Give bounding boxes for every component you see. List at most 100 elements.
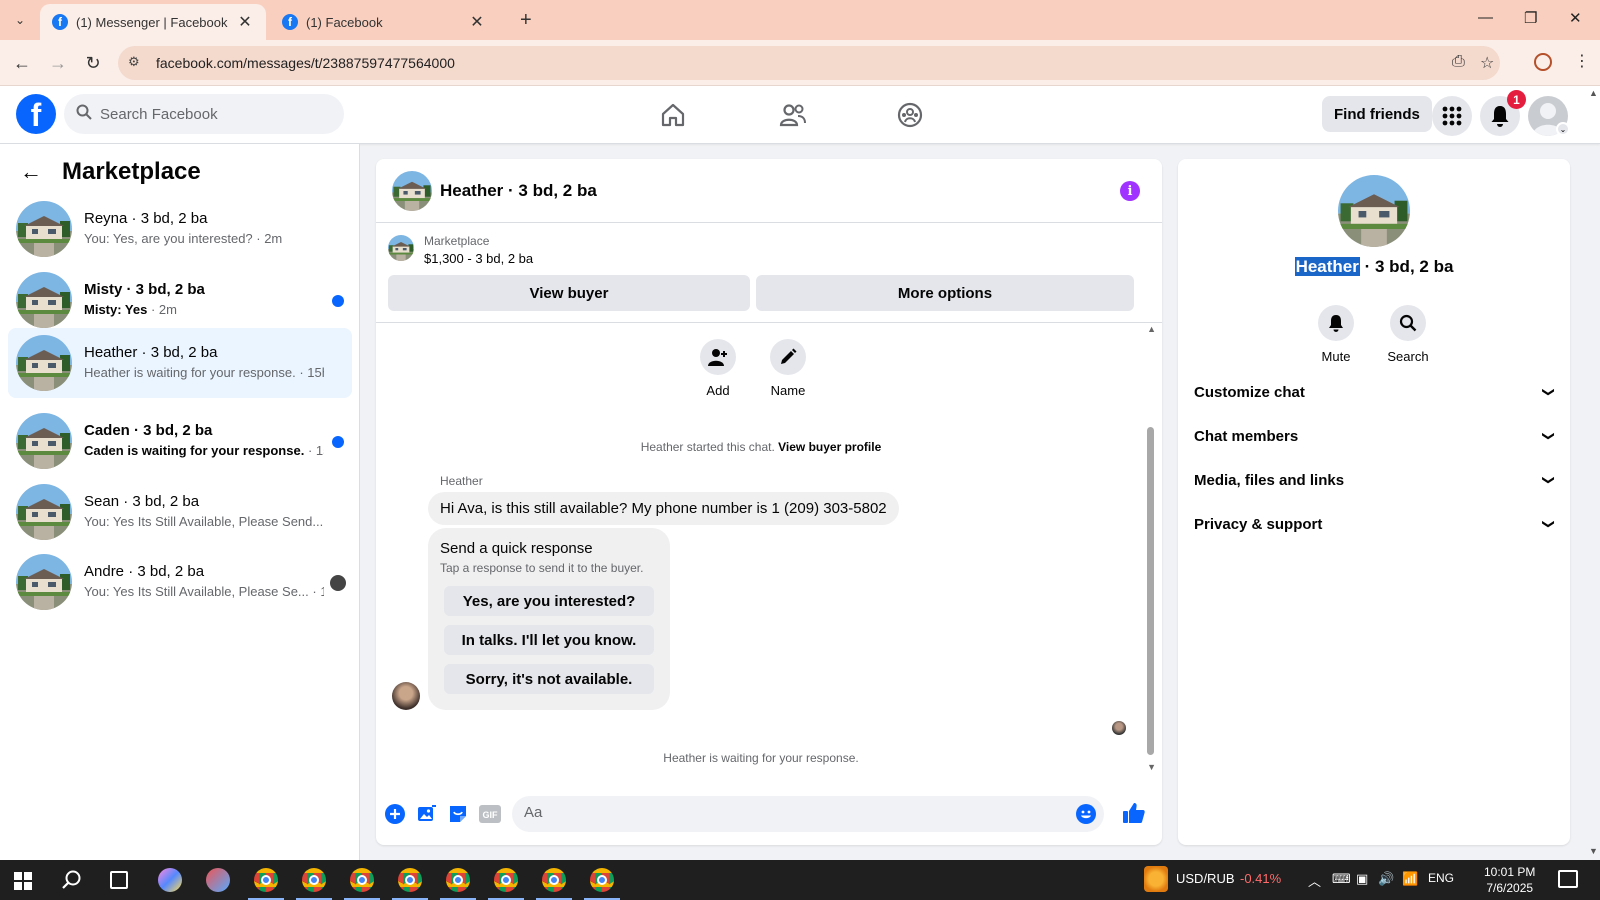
find-friends-button[interactable]: Find friends xyxy=(1322,96,1432,132)
bookmark-star-icon[interactable]: ☆ xyxy=(1480,53,1494,73)
forward-icon[interactable]: → xyxy=(45,50,71,76)
taskbar-search-icon[interactable] xyxy=(62,870,82,895)
chrome-taskbar-icon[interactable] xyxy=(446,868,470,892)
reload-icon[interactable]: ↻ xyxy=(80,50,106,76)
chrome-taskbar-icon[interactable] xyxy=(302,868,326,892)
quick-reply-in-talks[interactable]: In talks. I'll let you know. xyxy=(444,625,654,655)
more-options-button[interactable]: More options xyxy=(756,275,1134,311)
site-info-icon[interactable]: ⚙ xyxy=(128,54,140,70)
page-scrollbar[interactable]: ▲ ▼ xyxy=(1586,86,1600,860)
name-chat-action[interactable]: Name xyxy=(748,339,828,398)
chat-info-avatar[interactable] xyxy=(1338,175,1410,247)
gif-icon[interactable]: GIF xyxy=(479,803,501,825)
chat-avatar[interactable] xyxy=(392,171,432,211)
info-icon[interactable]: i xyxy=(1120,181,1140,201)
app-icon[interactable] xyxy=(206,868,230,892)
chat-title[interactable]: Heather · 3 bd, 2 ba xyxy=(440,181,597,201)
browser-menu-icon[interactable]: ⋮ xyxy=(1574,51,1590,71)
scrollbar-thumb[interactable] xyxy=(1147,427,1154,755)
scroll-down-arrow-icon[interactable]: ▼ xyxy=(1147,762,1156,772)
more-actions-plus-icon[interactable] xyxy=(384,803,406,825)
message-input[interactable] xyxy=(524,804,1064,821)
message-thread[interactable]: ▲ ▼ Add Name Heather started this chat. … xyxy=(376,324,1162,779)
conversation-row[interactable]: Caden · 3 bd, 2 ba Caden is waiting for y… xyxy=(8,406,352,476)
volume-icon[interactable]: 🔊 xyxy=(1378,871,1394,887)
network-monitor-icon[interactable]: ▣ xyxy=(1356,871,1368,887)
scroll-up-arrow-icon[interactable]: ▲ xyxy=(1147,324,1156,334)
customize-chat-section[interactable]: Customize chat ❯ xyxy=(1194,377,1556,407)
chrome-taskbar-icon[interactable] xyxy=(590,868,614,892)
tab-search-menu-icon[interactable]: ⌄ xyxy=(8,8,32,32)
scroll-up-arrow-icon[interactable]: ▲ xyxy=(1589,88,1598,98)
task-view-icon[interactable] xyxy=(110,871,128,889)
browser-tab-facebook[interactable]: f (1) Facebook ✕ xyxy=(270,4,498,40)
home-icon[interactable] xyxy=(656,98,690,132)
install-app-icon[interactable]: ⎙ xyxy=(1452,53,1465,71)
account-chevron-icon[interactable]: ⌄ xyxy=(1556,122,1570,136)
listing-banner: Marketplace $1,300 - 3 bd, 2 ba View buy… xyxy=(376,223,1162,323)
attach-photo-icon[interactable] xyxy=(416,803,438,825)
back-icon[interactable]: ← xyxy=(9,50,35,76)
unread-dot xyxy=(332,436,344,448)
address-bar[interactable]: ⚙ facebook.com/messages/t/23887597477564… xyxy=(118,46,1500,80)
quick-reply-not-available[interactable]: Sorry, it's not available. xyxy=(444,664,654,694)
currency-widget-icon[interactable] xyxy=(1144,866,1168,892)
scroll-down-arrow-icon[interactable]: ▼ xyxy=(1589,846,1598,856)
conversation-row[interactable]: Reyna · 3 bd, 2 ba You: Yes, are you inte… xyxy=(8,194,352,264)
chat-started-notice: Heather started this chat. View buyer pr… xyxy=(640,440,882,454)
input-method-icon[interactable]: ⌨ xyxy=(1332,871,1351,887)
close-tab-icon[interactable]: ✕ xyxy=(236,12,254,32)
restore-icon[interactable]: ❐ xyxy=(1524,9,1537,27)
groups-icon[interactable] xyxy=(893,98,927,132)
emoji-icon[interactable] xyxy=(1076,804,1096,824)
currency-pair[interactable]: USD/RUB xyxy=(1176,871,1235,886)
conversation-row[interactable]: Misty · 3 bd, 2 ba Misty: Yes · 2m xyxy=(8,265,352,335)
quick-reply-interested[interactable]: Yes, are you interested? xyxy=(444,586,654,616)
facebook-search[interactable] xyxy=(64,94,344,134)
notifications-button[interactable]: 1 xyxy=(1480,90,1526,136)
mute-action[interactable]: Mute xyxy=(1306,305,1366,364)
sender-avatar[interactable] xyxy=(392,682,420,710)
facebook-logo-icon[interactable]: f xyxy=(16,94,56,134)
view-buyer-button[interactable]: View buyer xyxy=(388,275,750,311)
search-in-chat-action[interactable]: Search xyxy=(1378,305,1438,364)
media-files-links-section[interactable]: Media, files and links ❯ xyxy=(1194,465,1556,495)
tray-overflow-icon[interactable]: ︿ xyxy=(1308,871,1321,890)
add-people-action[interactable]: Add xyxy=(678,339,758,398)
menu-grid-icon[interactable] xyxy=(1432,96,1472,136)
chrome-taskbar-icon[interactable] xyxy=(494,868,518,892)
close-window-icon[interactable]: ✕ xyxy=(1569,9,1582,27)
friends-icon[interactable] xyxy=(776,98,810,132)
conversation-row[interactable]: Andre · 3 bd, 2 ba You: Yes Its Still Ava… xyxy=(8,547,352,617)
wifi-icon[interactable]: 📶 xyxy=(1402,871,1418,887)
view-buyer-profile-link[interactable]: View buyer profile xyxy=(778,440,881,454)
new-tab-icon[interactable]: + xyxy=(520,9,532,32)
notification-center-icon[interactable] xyxy=(1558,870,1578,888)
windows-start-icon[interactable] xyxy=(14,872,32,895)
selected-name-text[interactable]: Heather xyxy=(1294,257,1360,276)
close-tab-icon[interactable]: ✕ xyxy=(468,12,486,32)
search-input[interactable] xyxy=(100,105,320,123)
message-input-box[interactable] xyxy=(512,796,1104,832)
browser-tab-messenger[interactable]: f (1) Messenger | Facebook ✕ xyxy=(40,4,266,40)
copilot-icon[interactable] xyxy=(158,868,182,892)
conversation-row[interactable]: Heather · 3 bd, 2 ba Heather is waiting f… xyxy=(8,328,352,398)
conversation-row[interactable]: Sean · 3 bd, 2 ba You: Yes Its Still Avai… xyxy=(8,477,352,547)
read-receipt-avatar xyxy=(1112,721,1126,735)
message-bubble[interactable]: Hi Ava, is this still available? My phon… xyxy=(428,492,899,525)
chrome-taskbar-icon[interactable] xyxy=(398,868,422,892)
chrome-taskbar-icon[interactable] xyxy=(542,868,566,892)
sticker-icon[interactable] xyxy=(447,803,469,825)
chrome-taskbar-icon[interactable] xyxy=(350,868,374,892)
system-clock[interactable]: 10:01 PM 7/6/2025 xyxy=(1484,864,1535,896)
chat-members-section[interactable]: Chat members ❯ xyxy=(1194,421,1556,451)
language-indicator[interactable]: ENG xyxy=(1428,871,1454,885)
thumbs-up-icon[interactable] xyxy=(1122,801,1146,825)
listing-thumbnail[interactable] xyxy=(388,235,414,261)
back-arrow-icon[interactable]: ← xyxy=(20,159,42,185)
minimize-icon[interactable]: — xyxy=(1478,9,1493,26)
url-text[interactable]: facebook.com/messages/t/2388759747756400… xyxy=(156,55,455,71)
chrome-taskbar-icon[interactable] xyxy=(254,868,278,892)
profile-icon[interactable] xyxy=(1534,53,1552,71)
privacy-support-section[interactable]: Privacy & support ❯ xyxy=(1194,509,1556,539)
